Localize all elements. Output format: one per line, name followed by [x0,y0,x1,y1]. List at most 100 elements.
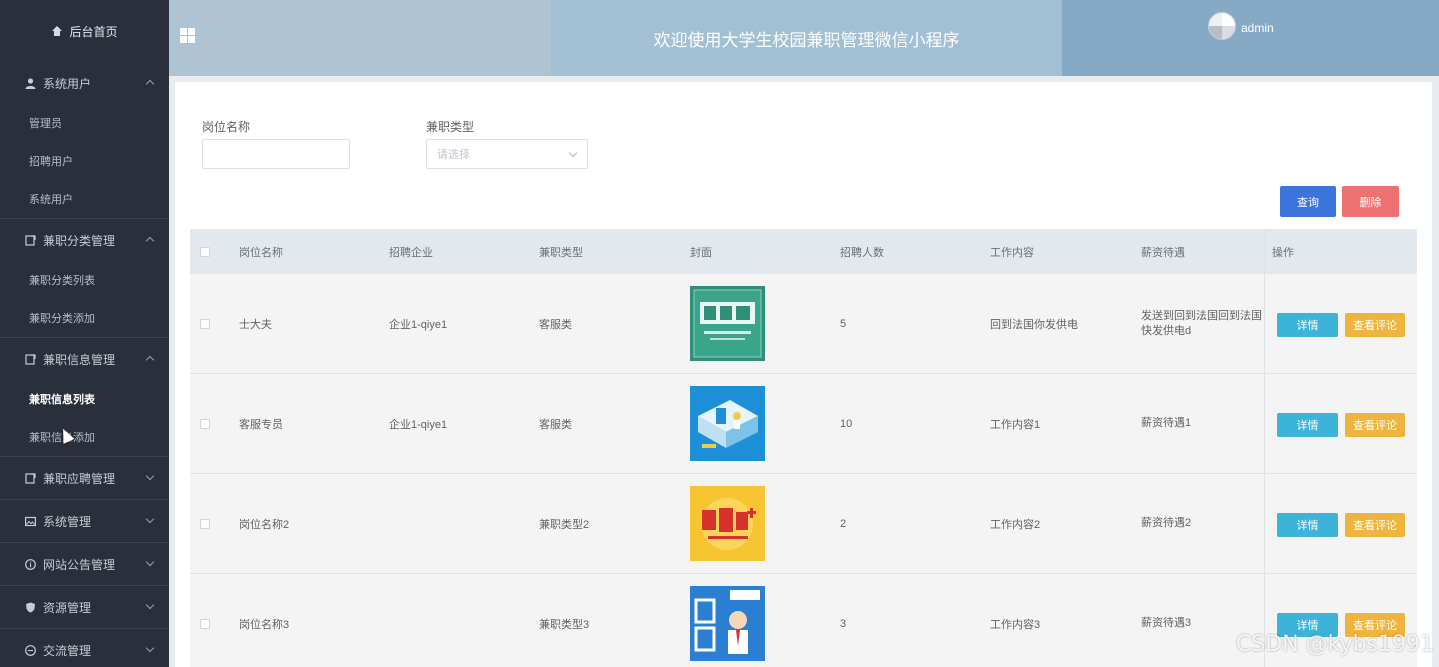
detail-button[interactable]: 详情 [1277,413,1338,437]
cell-count: 2 [840,517,847,530]
sidebar-group-header-category[interactable]: 兼职分类管理 [0,219,169,261]
sidebar-group-label: 兼职分类管理 [43,233,116,248]
column-header[interactable]: 薪资待遇 [1141,229,1185,274]
column-header[interactable]: 封面 [690,229,712,274]
column-divider [1264,229,1265,274]
menu-grid-icon[interactable] [180,28,195,43]
sidebar-item-label: 管理员 [29,118,62,130]
sidebar-item-job-list[interactable]: 兼职信息列表 [0,380,169,418]
job-name-input[interactable] [202,139,350,169]
row-checkbox[interactable] [200,618,210,629]
cell-type: 兼职类型2 [539,518,590,531]
sidebar-group-applications: 兼职应聘管理 [0,457,169,500]
view-review-button[interactable]: 查看评论 [1345,313,1405,337]
sidebar-group-label: 兼职应聘管理 [43,471,116,486]
cell-reward: 薪资待遇1 [1141,417,1192,429]
sidebar-group-resources: 资源管理 [0,586,169,629]
sidebar-group-header-users[interactable]: 系统用户 [0,62,169,104]
cell-job-name: 客服专员 [239,418,283,431]
delete-button[interactable]: 删除 [1342,186,1399,217]
sidebar-group-header-forum[interactable]: 交流管理 [0,629,169,667]
column-header[interactable]: 招聘人数 [840,229,884,274]
cell-actions: 详情 查看评论 [1277,374,1417,473]
job-type-label: 兼职类型 [426,120,475,134]
table-row: 士大夫 企业1-qiye1 客服类 5 回到法国你发供电 发送到回到法国回到法国… [190,274,1417,374]
chevron-down-icon [568,148,578,158]
cell-cover [690,374,765,473]
query-button[interactable]: 查询 [1280,186,1336,217]
sidebar-item-system-users[interactable]: 系统用户 [0,180,169,218]
sidebar-item-admins[interactable]: 管理员 [0,104,169,142]
sidebar-group-forum: 交流管理 [0,629,169,667]
column-header[interactable]: 工作内容 [990,229,1034,274]
cover-thumbnail[interactable] [690,586,765,661]
sidebar-group-header-applications[interactable]: 兼职应聘管理 [0,457,169,499]
document-icon [24,472,36,484]
cell-count: 3 [840,617,847,630]
cell-job-name: 士大夫 [239,318,272,331]
detail-button[interactable]: 详情 [1277,313,1338,337]
row-checkbox[interactable] [200,318,210,329]
avatar[interactable] [1208,12,1236,40]
view-review-button[interactable]: 查看评论 [1345,513,1405,537]
sidebar-item-label: 系统用户 [29,194,73,206]
document-icon [24,234,36,246]
minus-circle-icon [24,644,36,656]
cell-actions: 详情 查看评论 [1277,474,1417,573]
sidebar-item-recruit-users[interactable]: 招聘用户 [0,142,169,180]
cell-content: 回到法国你发供电 [990,318,1078,331]
image-icon [24,515,36,527]
column-divider [1264,374,1265,473]
cell-actions: 详情 查看评论 [1277,274,1417,373]
sidebar-item-label: 兼职分类添加 [29,313,95,325]
sidebar-group-system: 系统管理 [0,500,169,543]
view-review-button[interactable]: 查看评论 [1345,413,1405,437]
column-header[interactable]: 兼职类型 [539,229,583,274]
chevron-up-icon [145,355,155,365]
sidebar-item-job-add[interactable]: 兼职信息添加 [0,418,169,456]
cover-thumbnail[interactable] [690,286,765,361]
job-type-select[interactable]: 请选择 [426,139,588,169]
sidebar-group-jobs: 兼职信息管理 兼职信息列表 兼职信息添加 [0,338,169,457]
chevron-down-icon [145,643,155,653]
sidebar-group-label: 资源管理 [43,600,92,615]
cell-company: 企业1-qiye1 [389,318,448,331]
top-header: 欢迎使用大学生校园兼职管理微信小程序 admin [169,0,1439,76]
username[interactable]: admin [1241,21,1274,35]
select-all-cell [200,229,210,274]
sidebar-item-label: 兼职信息列表 [29,394,95,406]
sidebar-group-header-jobs[interactable]: 兼职信息管理 [0,338,169,380]
cell-content: 工作内容3 [990,618,1041,631]
sidebar-group-header-notices[interactable]: 网站公告管理 [0,543,169,585]
column-divider [1264,474,1265,573]
table-row: 岗位名称2 兼职类型2 2 工作内容2 薪资待遇2 详情 查看评论 [190,474,1417,574]
cell-content: 工作内容1 [990,418,1041,431]
select-all-checkbox[interactable] [200,246,210,257]
table-row: 客服专员 企业1-qiye1 客服类 10 工作内容1 薪资待遇1 详情 查看评… [190,374,1417,474]
cell-count: 5 [840,317,847,330]
header-left-panel [169,0,551,76]
sidebar-home-link[interactable]: 后台首页 [0,0,169,62]
cell-reward: 薪资待遇2 [1141,517,1192,529]
sidebar-item-label: 兼职分类列表 [29,275,95,287]
sidebar-item-category-add[interactable]: 兼职分类添加 [0,299,169,337]
cell-job-name: 岗位名称3 [239,618,290,631]
sidebar-item-label: 招聘用户 [29,156,73,168]
chevron-up-icon [145,79,155,89]
detail-button[interactable]: 详情 [1277,513,1338,537]
row-checkbox[interactable] [200,418,210,429]
sidebar-group-notices: 网站公告管理 [0,543,169,586]
cover-thumbnail[interactable] [690,386,765,461]
column-header[interactable]: 招聘企业 [389,229,433,274]
user-icon [24,77,36,89]
sidebar-item-category-list[interactable]: 兼职分类列表 [0,261,169,299]
sidebar-group-header-resources[interactable]: 资源管理 [0,586,169,628]
chevron-down-icon [145,600,155,610]
sidebar-group-label: 系统管理 [43,514,92,529]
sidebar-group-header-system[interactable]: 系统管理 [0,500,169,542]
row-checkbox[interactable] [200,518,210,529]
column-header[interactable]: 岗位名称 [239,229,283,274]
cover-thumbnail[interactable] [690,486,765,561]
cell-cover [690,274,765,373]
table-header: 岗位名称 招聘企业 兼职类型 封面 招聘人数 工作内容 薪资待遇 操作 [190,229,1417,274]
